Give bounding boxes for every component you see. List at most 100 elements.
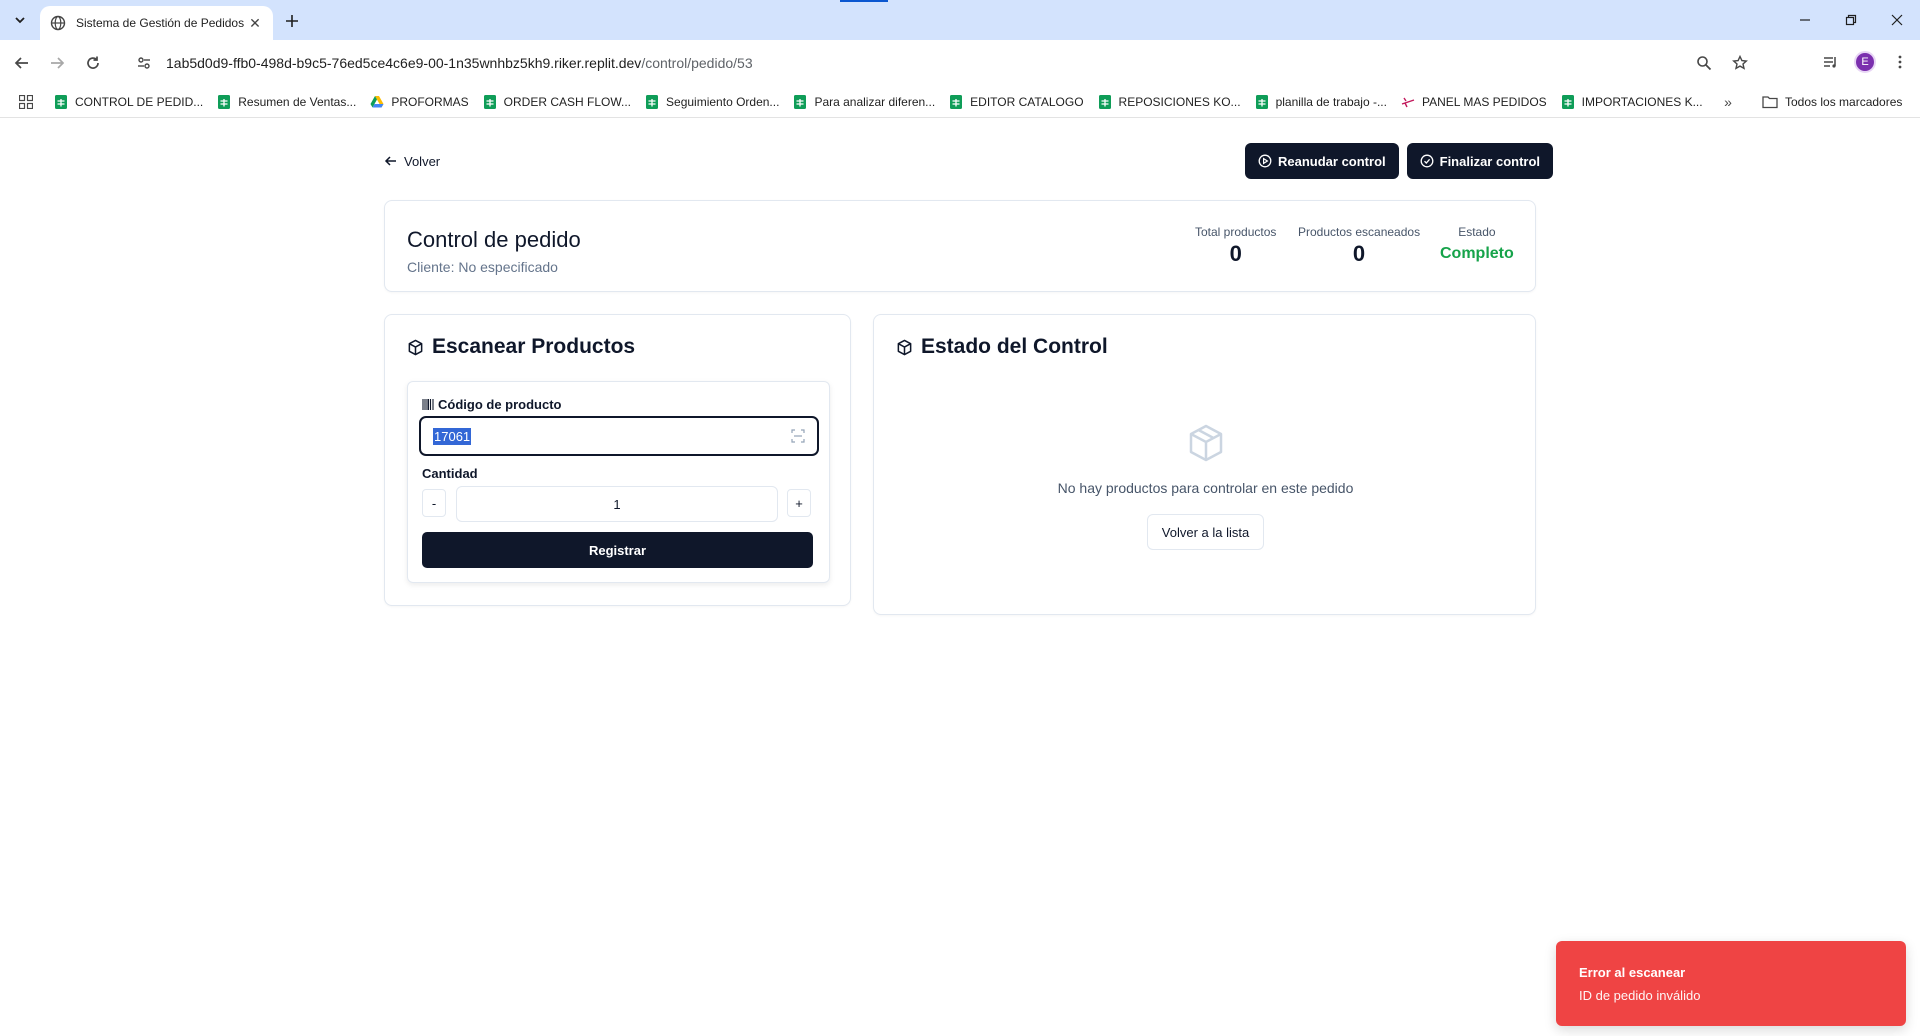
quantity-label: Cantidad [422, 466, 478, 481]
bookmark-label: Seguimiento Orden... [666, 94, 780, 109]
bookmark-item[interactable]: Seguimiento Orden... [639, 90, 787, 114]
sheets-icon [1255, 94, 1268, 109]
close-window-button[interactable] [1874, 0, 1920, 40]
bookmark-label: planilla de trabajo -... [1275, 94, 1387, 109]
sheets-icon [55, 94, 67, 109]
plane-icon [1401, 97, 1415, 107]
quantity-increment-button[interactable]: + [787, 489, 811, 517]
site-info-button[interactable] [134, 53, 154, 73]
resume-control-button[interactable]: Reanudar control [1245, 143, 1399, 179]
bookmark-label: CONTROL DE PEDID... [75, 94, 204, 109]
bookmark-star-icon[interactable] [1728, 51, 1752, 75]
tab-close-icon[interactable]: ✕ [247, 15, 263, 31]
all-bookmarks-button[interactable]: Todos los marcadores [1762, 90, 1902, 114]
sheets-icon [218, 94, 231, 109]
all-bookmarks-label: Todos los marcadores [1785, 95, 1903, 109]
drive-icon [370, 95, 384, 107]
stat-total-label: Total productos [1195, 225, 1277, 239]
minimize-button[interactable] [1782, 0, 1828, 40]
loading-indicator [840, 0, 888, 2]
chevron-double-right-icon[interactable]: » [1716, 90, 1740, 114]
stat-scanned-label: Productos escaneados [1298, 225, 1421, 239]
restore-button[interactable] [1828, 0, 1874, 40]
package-icon [408, 339, 423, 355]
error-toast[interactable]: Error al escanear ID de pedido inválido [1556, 941, 1906, 1026]
url-path: /control/pedido/53 [641, 55, 753, 71]
bookmark-item[interactable]: Resumen de Ventas... [211, 90, 364, 114]
url-text: 1ab5d0d9-ffb0-498d-b9c5-76ed5ce4c6e9-00-… [166, 55, 753, 71]
play-circle-icon [1258, 154, 1272, 168]
active-tab[interactable]: Sistema de Gestión de Pedidos ✕ [40, 6, 273, 40]
bookmark-label: EDITOR CATALOGO [970, 94, 1084, 109]
bookmark-item[interactable]: REPOSICIONES KO... [1092, 90, 1249, 114]
quantity-input[interactable]: 1 [456, 486, 778, 522]
zoom-icon[interactable] [1692, 51, 1716, 75]
toast-description: ID de pedido inválido [1579, 988, 1701, 1003]
bookmark-item[interactable]: CONTROL DE PEDID... [48, 90, 211, 114]
bookmark-item[interactable]: PANEL MAS PEDIDOS [1395, 90, 1555, 114]
tab-strip: Sistema de Gestión de Pedidos ✕ [0, 0, 1920, 40]
sheets-icon [1561, 94, 1574, 109]
bookmark-item[interactable]: planilla de trabajo -... [1249, 90, 1395, 114]
reload-icon [87, 56, 99, 69]
sheets-icon [794, 94, 807, 109]
bookmark-label: Para analizar diferen... [814, 94, 936, 109]
arrow-left-icon [384, 156, 396, 166]
tab-search-button[interactable] [8, 8, 32, 32]
back-link[interactable]: Volver [384, 150, 440, 172]
toolbar-right: E [1818, 50, 1912, 74]
code-field-label: Código de producto [422, 397, 561, 412]
minimize-icon [1800, 19, 1810, 21]
finish-control-button[interactable]: Finalizar control [1406, 143, 1554, 179]
bookmark-label: PANEL MAS PEDIDOS [1421, 94, 1547, 109]
back-to-list-button[interactable]: Volver a la lista [1147, 514, 1264, 550]
stat-scanned-products: Productos escaneados 0 [1298, 225, 1420, 267]
quantity-decrement-button[interactable]: - [422, 489, 446, 517]
bookmark-label: REPOSICIONES KO... [1118, 94, 1241, 109]
profile-avatar[interactable]: E [1854, 51, 1876, 73]
bookmark-label: IMPORTACIONES K... [1581, 94, 1703, 109]
restore-icon [1845, 14, 1857, 26]
forward-button[interactable] [44, 50, 70, 76]
product-code-value: 17061 [433, 427, 472, 445]
new-tab-button[interactable] [280, 9, 304, 33]
sheets-icon [483, 94, 496, 109]
register-button[interactable]: Registrar [422, 532, 813, 568]
bookmark-item[interactable]: Para analizar diferen... [787, 90, 943, 114]
bookmark-item[interactable]: EDITOR CATALOGO [943, 90, 1091, 114]
window-controls [1782, 0, 1920, 40]
scan-form: Código de producto 17061 Cantidad - 1 + … [407, 381, 830, 583]
product-code-input[interactable]: 17061 [419, 416, 819, 456]
bookmark-item[interactable]: ORDER CASH FLOW... [477, 90, 639, 114]
status-title-text: Estado del Control [921, 335, 1108, 358]
more-vertical-icon[interactable] [1888, 50, 1912, 74]
stat-state: Estado Completo [1440, 225, 1514, 263]
address-bar[interactable]: 1ab5d0d9-ffb0-498d-b9c5-76ed5ce4c6e9-00-… [122, 46, 1760, 80]
media-control-icon[interactable] [1818, 50, 1842, 74]
empty-package-icon [1189, 424, 1223, 462]
url-host: 1ab5d0d9-ffb0-498d-b9c5-76ed5ce4c6e9-00-… [166, 55, 642, 71]
stat-total-value: 0 [1229, 241, 1242, 266]
code-label-text: Código de producto [438, 397, 562, 412]
apps-icon[interactable] [14, 90, 38, 114]
bookmark-item[interactable]: IMPORTACIONES K... [1555, 90, 1711, 114]
bookmark-label: Resumen de Ventas... [238, 94, 357, 109]
tune-icon [138, 57, 150, 69]
close-icon [1891, 14, 1903, 26]
top-actions: Reanudar control Finalizar control [1245, 143, 1554, 179]
sheets-icon [950, 94, 963, 109]
back-button[interactable] [9, 50, 35, 76]
plus-icon [286, 15, 298, 27]
stat-state-label: Estado [1458, 225, 1496, 239]
toast-title: Error al escanear [1579, 965, 1686, 980]
scan-card-title: Escanear Productos [407, 335, 635, 359]
bookmarks-bar: CONTROL DE PEDID... Resumen de Ventas...… [0, 86, 1920, 118]
scan-icon[interactable] [791, 429, 805, 443]
finish-control-label: Finalizar control [1439, 153, 1541, 169]
bookmark-label: PROFORMAS [391, 94, 469, 109]
reload-button[interactable] [80, 50, 106, 76]
bookmark-item[interactable]: PROFORMAS [364, 90, 476, 114]
status-card-title: Estado del Control [896, 335, 1108, 359]
quantity-stepper: - 1 + [422, 486, 817, 522]
arrow-left-icon [14, 57, 28, 69]
